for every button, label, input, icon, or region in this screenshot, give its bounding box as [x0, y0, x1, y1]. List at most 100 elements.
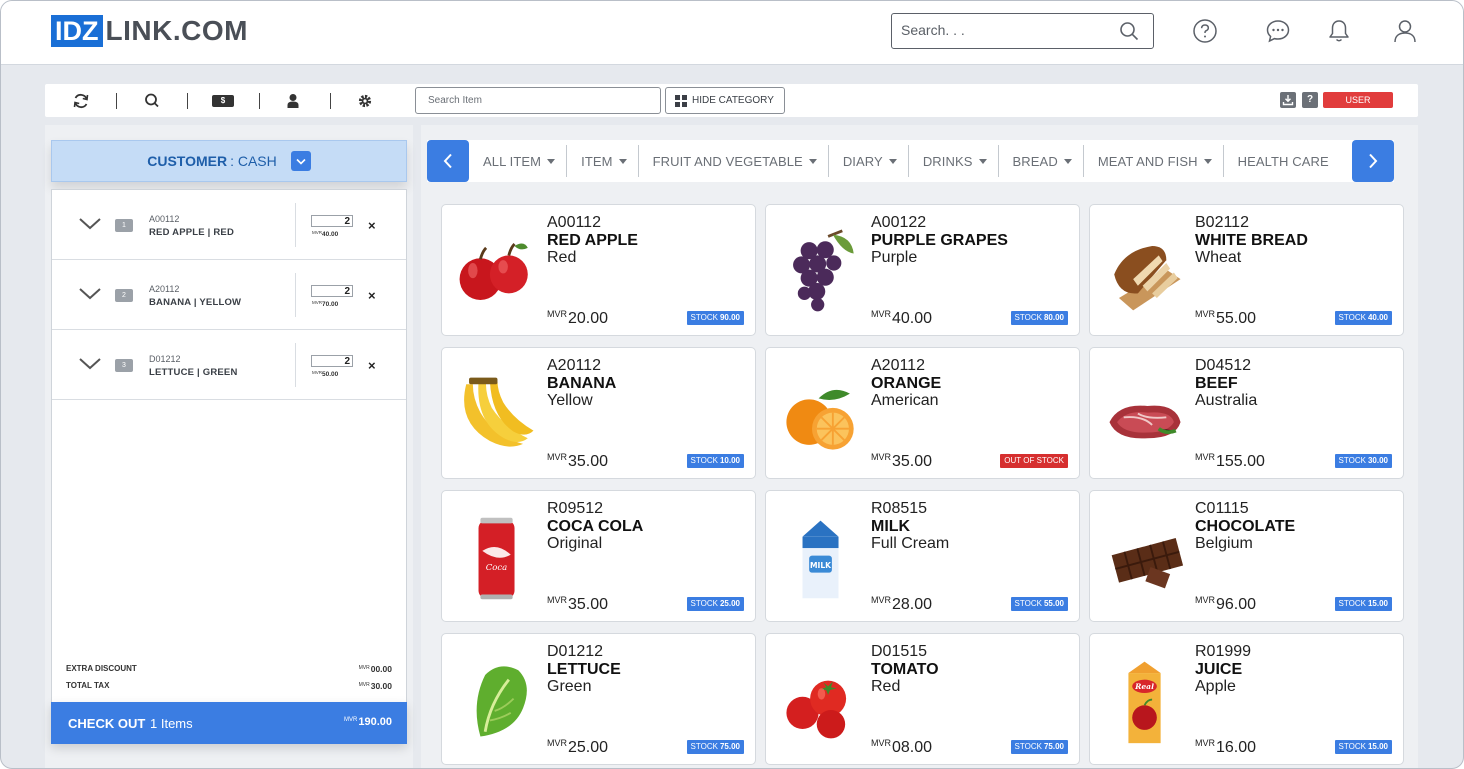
chevron-down-icon[interactable]	[78, 217, 102, 231]
refresh-icon[interactable]	[72, 92, 90, 110]
product-card[interactable]: Real R01999 JUICE Apple MVR16.00 STOCK 15.00	[1089, 633, 1404, 765]
product-price-value: 35.00	[892, 453, 933, 470]
product-price-value: 96.00	[1216, 596, 1257, 613]
gear-icon[interactable]	[356, 92, 374, 110]
category-prev-button[interactable]	[427, 140, 469, 182]
stock-value: 15.00	[1367, 742, 1388, 751]
bell-icon[interactable]	[1326, 18, 1352, 44]
tomato-icon	[786, 680, 847, 739]
product-variant: Red	[547, 249, 577, 266]
stock-label: STOCK	[690, 313, 718, 322]
logo[interactable]: IDZ LINK.COM	[51, 15, 248, 47]
total-tax-row: TOTAL TAX MVR30.00	[66, 681, 392, 691]
user-button[interactable]: USER	[1323, 92, 1393, 108]
product-card[interactable]: D01515 TOMATO Red MVR08.00 STOCK 75.00	[765, 633, 1080, 765]
stock-label: STOCK	[690, 599, 718, 608]
user-profile-icon[interactable]	[1392, 18, 1418, 44]
cart-row-divider	[295, 273, 296, 317]
logo-text: LINK.COM	[105, 15, 248, 46]
product-card[interactable]: B02112 WHITE BREAD Wheat MVR55.00 STOCK 40.00	[1089, 204, 1404, 336]
quantity-input[interactable]	[311, 355, 353, 367]
cart-row: 3 D01212 LETTUCE | GREEN MVR50.00 ×	[52, 330, 406, 400]
category-tab-label: FRUIT AND VEGETABLE	[652, 153, 803, 169]
category-tab[interactable]: ALL ITEM	[469, 145, 568, 177]
currency-label: MVR	[871, 309, 891, 319]
category-tab[interactable]: ITEM	[567, 145, 639, 177]
product-code: B02112	[1195, 214, 1249, 231]
global-search-input[interactable]	[901, 14, 1101, 46]
remove-item-button[interactable]: ×	[368, 218, 376, 233]
lettuce-icon	[476, 666, 527, 737]
grapes-icon	[793, 229, 854, 312]
category-tab[interactable]: MEAT AND FISH	[1084, 145, 1224, 177]
product-price-value: 16.00	[1216, 739, 1257, 756]
product-card[interactable]: D01212 LETTUCE Green MVR25.00 STOCK 75.00	[441, 633, 756, 765]
stock-value: 10.00	[719, 456, 740, 465]
chat-bubble-icon[interactable]	[1265, 18, 1291, 44]
cart-list: 1 A00112 RED APPLE | RED MVR40.00 × 2 A2…	[51, 189, 407, 744]
product-card[interactable]: A20112 ORANGE American MVR35.00 OUT OF STOCK	[765, 347, 1080, 479]
product-code: R01999	[1195, 643, 1252, 660]
search-icon[interactable]	[1119, 21, 1139, 41]
product-card[interactable]: A20112 BANANA Yellow MVR35.00 STOCK 10.00	[441, 347, 756, 479]
download-icon	[1282, 95, 1294, 106]
product-code: A20112	[547, 357, 601, 374]
customer-dropdown-button[interactable]	[290, 151, 311, 171]
product-price: MVR35.00	[547, 595, 608, 614]
category-tab[interactable]: HEALTH CARE	[1224, 145, 1340, 177]
category-tab[interactable]: DRINKS	[909, 145, 999, 177]
customer-value: : CASH	[230, 153, 277, 169]
item-search-input[interactable]	[415, 87, 661, 114]
category-tab[interactable]: DIARY	[829, 145, 909, 177]
chevron-right-icon	[1369, 153, 1378, 169]
product-card[interactable]: A00112 RED APPLE Red MVR20.00 STOCK 90.00	[441, 204, 756, 336]
customer-selector[interactable]: CUSTOMER : CASH	[51, 140, 407, 182]
product-price: MVR35.00	[871, 452, 932, 471]
category-tab-label: DIARY	[842, 153, 883, 169]
product-price-value: 40.00	[892, 310, 933, 327]
category-tab[interactable]: FRUIT AND VEGETABLE	[639, 145, 829, 177]
checkout-button[interactable]: CHECK OUT 1 Items MVR190.00	[51, 702, 407, 744]
product-price-value: 25.00	[568, 739, 609, 756]
help-button[interactable]: ?	[1302, 92, 1318, 108]
product-card[interactable]: Coca R09512 COCA COLA Original MVR35.00 STOCK…	[441, 490, 756, 622]
hide-category-button[interactable]: HIDE CATEGORY	[665, 87, 785, 114]
currency-label: MVR	[547, 595, 567, 605]
product-card[interactable]: A00122 PURPLE GRAPES Purple MVR40.00 STOCK 80…	[765, 204, 1080, 336]
download-button[interactable]	[1280, 92, 1296, 108]
stock-label: STOCK	[1014, 742, 1042, 751]
remove-item-button[interactable]: ×	[368, 358, 376, 373]
product-card[interactable]: C01115 CHOCOLATE Belgium MVR96.00 STOCK 15.00	[1089, 490, 1404, 622]
stock-value: 15.00	[1367, 599, 1388, 608]
product-variant: Yellow	[547, 392, 593, 409]
chevron-down-icon[interactable]	[78, 287, 102, 301]
product-card[interactable]: MILK R08515 MILK Full Cream MVR28.00 STOCK 55.…	[765, 490, 1080, 622]
orange-icon	[786, 389, 854, 450]
juice-carton-icon: Real	[1128, 661, 1161, 744]
currency-label: MVR	[547, 738, 567, 748]
help-circle-icon[interactable]	[1192, 18, 1218, 44]
stock-badge: STOCK 40.00	[1334, 311, 1392, 325]
product-price: MVR08.00	[871, 738, 932, 757]
category-next-button[interactable]	[1352, 140, 1394, 182]
search-icon[interactable]	[143, 92, 161, 110]
toolbar-divider	[330, 93, 331, 109]
product-card[interactable]: D04512 BEEF Australia MVR155.00 STOCK 30.00	[1089, 347, 1404, 479]
product-variant: Green	[547, 678, 592, 695]
product-code: D04512	[1195, 357, 1252, 374]
quantity-input[interactable]	[311, 215, 353, 227]
person-icon[interactable]	[284, 92, 302, 110]
product-price: MVR55.00	[1195, 309, 1256, 328]
stock-label: STOCK	[1014, 313, 1042, 322]
banana-icon	[464, 377, 534, 447]
currency-label: MVR	[871, 738, 891, 748]
quantity-input[interactable]	[311, 285, 353, 297]
product-code: D01212	[547, 643, 604, 660]
product-price: MVR40.00	[871, 309, 932, 328]
toolbar-divider	[116, 93, 117, 109]
chevron-down-icon[interactable]	[78, 357, 102, 371]
svg-text:MILK: MILK	[810, 561, 832, 570]
remove-item-button[interactable]: ×	[368, 288, 376, 303]
category-tab[interactable]: BREAD	[999, 145, 1084, 177]
cash-icon[interactable]: $	[212, 95, 234, 107]
